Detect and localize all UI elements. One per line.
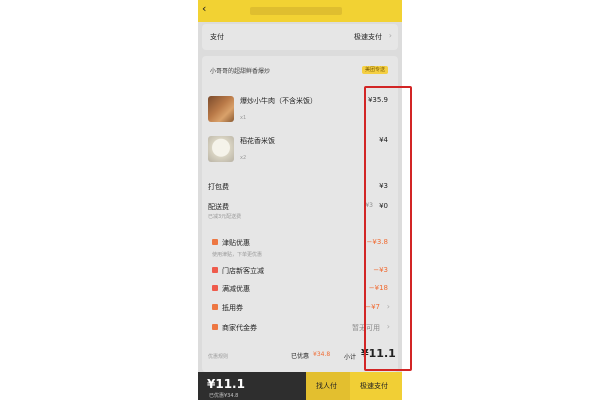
- subtotal-label: 小计: [344, 354, 357, 361]
- saved-label: 已优惠: [291, 353, 310, 360]
- chevron-right-icon: ›: [388, 31, 392, 40]
- beef-dish-image: [208, 96, 234, 122]
- saved-value: ¥34.8: [313, 351, 331, 358]
- item-name: 稻花香米饭: [240, 137, 275, 145]
- blurred-title: [250, 7, 342, 15]
- discount-label[interactable]: 商家代金券: [222, 323, 257, 333]
- item-quantity: x2: [240, 155, 247, 161]
- delivery-tag: 美团专送: [361, 66, 388, 74]
- top-bar: ‹: [198, 0, 402, 22]
- discount-label: 津贴优惠: [222, 239, 250, 247]
- quick-pay-label: 极速支付: [360, 382, 388, 390]
- bottom-total: ¥11.1: [207, 377, 245, 391]
- packing-fee-label: 打包费: [208, 183, 229, 191]
- full-reduction-icon: [212, 285, 218, 291]
- find-pay-button[interactable]: 找人付: [306, 372, 350, 400]
- discount-label[interactable]: 抵用券: [222, 303, 243, 313]
- bottom-saved: 已优惠¥34.8: [209, 393, 239, 399]
- quick-pay-button[interactable]: 极速支付: [350, 372, 402, 400]
- discount-label: 满减优惠: [222, 285, 250, 293]
- item-name: 爆炒小牛肉（不含米饭）: [240, 97, 317, 105]
- item-quantity: x1: [240, 115, 247, 121]
- total-bar: ¥11.1 已优惠¥34.8: [198, 372, 306, 400]
- payment-method[interactable]: 极速支付: [354, 32, 382, 42]
- allowance-icon: [212, 239, 218, 245]
- discount-note: 使用津贴，下单更优惠: [212, 252, 263, 258]
- discount-rules-link[interactable]: 优惠规则: [208, 353, 228, 360]
- highlight-box: [364, 86, 412, 371]
- coupon-icon: [212, 304, 218, 310]
- discount-label: 门店新客立减: [222, 267, 264, 275]
- find-pay-label: 找人付: [316, 382, 337, 390]
- delivery-fee-label: 配送费: [208, 203, 229, 211]
- payment-label: 支付: [210, 33, 224, 41]
- shop-name: 小哥哥的超甜鲜香爆炒: [210, 68, 271, 75]
- payment-card[interactable]: 支付 极速支付 ›: [202, 24, 398, 50]
- delivery-fee-note: 已减3元配送费: [208, 214, 242, 220]
- rice-image: [208, 136, 234, 162]
- voucher-icon: [212, 324, 218, 330]
- new-customer-icon: [212, 267, 218, 273]
- back-arrow-icon[interactable]: ‹: [202, 2, 206, 15]
